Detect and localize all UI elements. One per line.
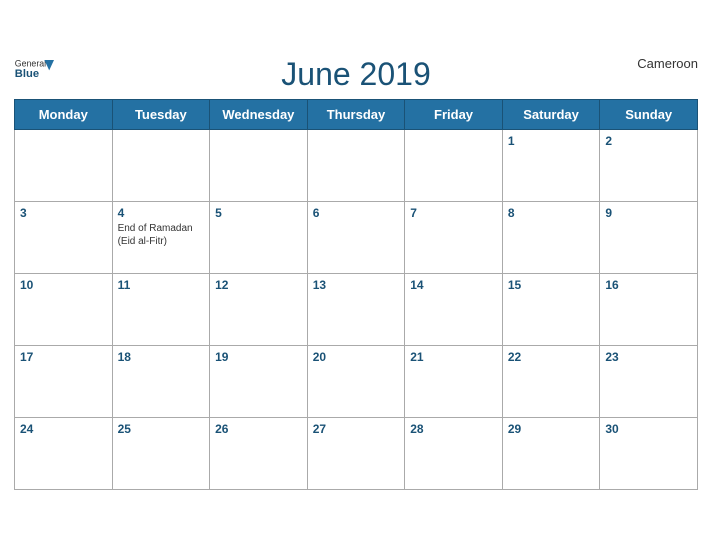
day-number: 20 bbox=[313, 350, 400, 364]
day-number: 2 bbox=[605, 134, 692, 148]
col-saturday: Saturday bbox=[502, 100, 600, 130]
day-number: 26 bbox=[215, 422, 302, 436]
calendar-cell: 4 End of Ramadan (Eid al-Fitr) bbox=[112, 202, 210, 274]
calendar-cell: 7 bbox=[405, 202, 503, 274]
calendar-week-row: 24 25 26 27 28 29 30 bbox=[15, 418, 698, 490]
calendar-cell: 21 bbox=[405, 346, 503, 418]
col-wednesday: Wednesday bbox=[210, 100, 308, 130]
country-label: Cameroon bbox=[637, 56, 698, 71]
day-number: 12 bbox=[215, 278, 302, 292]
day-number: 17 bbox=[20, 350, 107, 364]
calendar-cell: 15 bbox=[502, 274, 600, 346]
day-number: 19 bbox=[215, 350, 302, 364]
day-number: 6 bbox=[313, 206, 400, 220]
calendar-body: 1234End of Ramadan (Eid al-Fitr)56789101… bbox=[15, 130, 698, 490]
calendar-cell: 24 bbox=[15, 418, 113, 490]
day-number: 11 bbox=[118, 278, 205, 292]
svg-text:Blue: Blue bbox=[15, 68, 39, 80]
day-number: 25 bbox=[118, 422, 205, 436]
calendar-cell: 13 bbox=[307, 274, 405, 346]
day-number: 22 bbox=[508, 350, 595, 364]
calendar-thead: Monday Tuesday Wednesday Thursday Friday… bbox=[15, 100, 698, 130]
calendar-cell: 17 bbox=[15, 346, 113, 418]
day-number: 5 bbox=[215, 206, 302, 220]
day-number: 30 bbox=[605, 422, 692, 436]
day-number: 8 bbox=[508, 206, 595, 220]
holiday-text: End of Ramadan (Eid al-Fitr) bbox=[118, 222, 205, 248]
day-number: 16 bbox=[605, 278, 692, 292]
calendar-cell: 10 bbox=[15, 274, 113, 346]
calendar-cell: 14 bbox=[405, 274, 503, 346]
day-number: 3 bbox=[20, 206, 107, 220]
calendar-cell: 30 bbox=[600, 418, 698, 490]
col-tuesday: Tuesday bbox=[112, 100, 210, 130]
calendar-cell: 2 bbox=[600, 130, 698, 202]
calendar-cell: 6 bbox=[307, 202, 405, 274]
calendar-table: Monday Tuesday Wednesday Thursday Friday… bbox=[14, 99, 698, 490]
calendar-cell bbox=[112, 130, 210, 202]
calendar-cell: 11 bbox=[112, 274, 210, 346]
col-thursday: Thursday bbox=[307, 100, 405, 130]
calendar-cell: 1 bbox=[502, 130, 600, 202]
calendar-cell: 9 bbox=[600, 202, 698, 274]
calendar-cell: 8 bbox=[502, 202, 600, 274]
calendar-cell: 5 bbox=[210, 202, 308, 274]
day-number: 21 bbox=[410, 350, 497, 364]
calendar-cell: 12 bbox=[210, 274, 308, 346]
day-number: 15 bbox=[508, 278, 595, 292]
calendar-cell: 19 bbox=[210, 346, 308, 418]
calendar-title: June 2019 bbox=[281, 56, 430, 93]
day-number: 29 bbox=[508, 422, 595, 436]
calendar-week-row: 17 18 19 20 21 22 23 bbox=[15, 346, 698, 418]
calendar-week-row: 10 11 12 13 14 15 16 bbox=[15, 274, 698, 346]
day-number: 24 bbox=[20, 422, 107, 436]
calendar-cell bbox=[15, 130, 113, 202]
calendar-cell bbox=[405, 130, 503, 202]
col-sunday: Sunday bbox=[600, 100, 698, 130]
day-number: 28 bbox=[410, 422, 497, 436]
day-number: 4 bbox=[118, 206, 205, 220]
col-monday: Monday bbox=[15, 100, 113, 130]
calendar-cell: 3 bbox=[15, 202, 113, 274]
day-number: 10 bbox=[20, 278, 107, 292]
calendar-cell: 18 bbox=[112, 346, 210, 418]
logo-area: General Blue bbox=[14, 56, 54, 84]
calendar-cell: 16 bbox=[600, 274, 698, 346]
calendar-cell: 27 bbox=[307, 418, 405, 490]
day-number: 13 bbox=[313, 278, 400, 292]
svg-text:General: General bbox=[15, 58, 46, 68]
calendar-cell: 25 bbox=[112, 418, 210, 490]
weekday-header-row: Monday Tuesday Wednesday Thursday Friday… bbox=[15, 100, 698, 130]
calendar-cell bbox=[210, 130, 308, 202]
calendar-cell: 22 bbox=[502, 346, 600, 418]
calendar-cell: 28 bbox=[405, 418, 503, 490]
calendar-cell: 26 bbox=[210, 418, 308, 490]
calendar-wrapper: General Blue June 2019 Cameroon Monday T… bbox=[0, 46, 712, 504]
day-number: 18 bbox=[118, 350, 205, 364]
day-number: 1 bbox=[508, 134, 595, 148]
calendar-week-row: 34 End of Ramadan (Eid al-Fitr) 56789 bbox=[15, 202, 698, 274]
col-friday: Friday bbox=[405, 100, 503, 130]
day-number: 9 bbox=[605, 206, 692, 220]
calendar-week-row: 12 bbox=[15, 130, 698, 202]
calendar-cell: 20 bbox=[307, 346, 405, 418]
day-number: 14 bbox=[410, 278, 497, 292]
calendar-header: General Blue June 2019 Cameroon bbox=[14, 56, 698, 93]
calendar-cell: 23 bbox=[600, 346, 698, 418]
calendar-cell: 29 bbox=[502, 418, 600, 490]
calendar-cell bbox=[307, 130, 405, 202]
day-number: 27 bbox=[313, 422, 400, 436]
day-number: 7 bbox=[410, 206, 497, 220]
day-number: 23 bbox=[605, 350, 692, 364]
logo-icon: General Blue bbox=[14, 56, 54, 84]
